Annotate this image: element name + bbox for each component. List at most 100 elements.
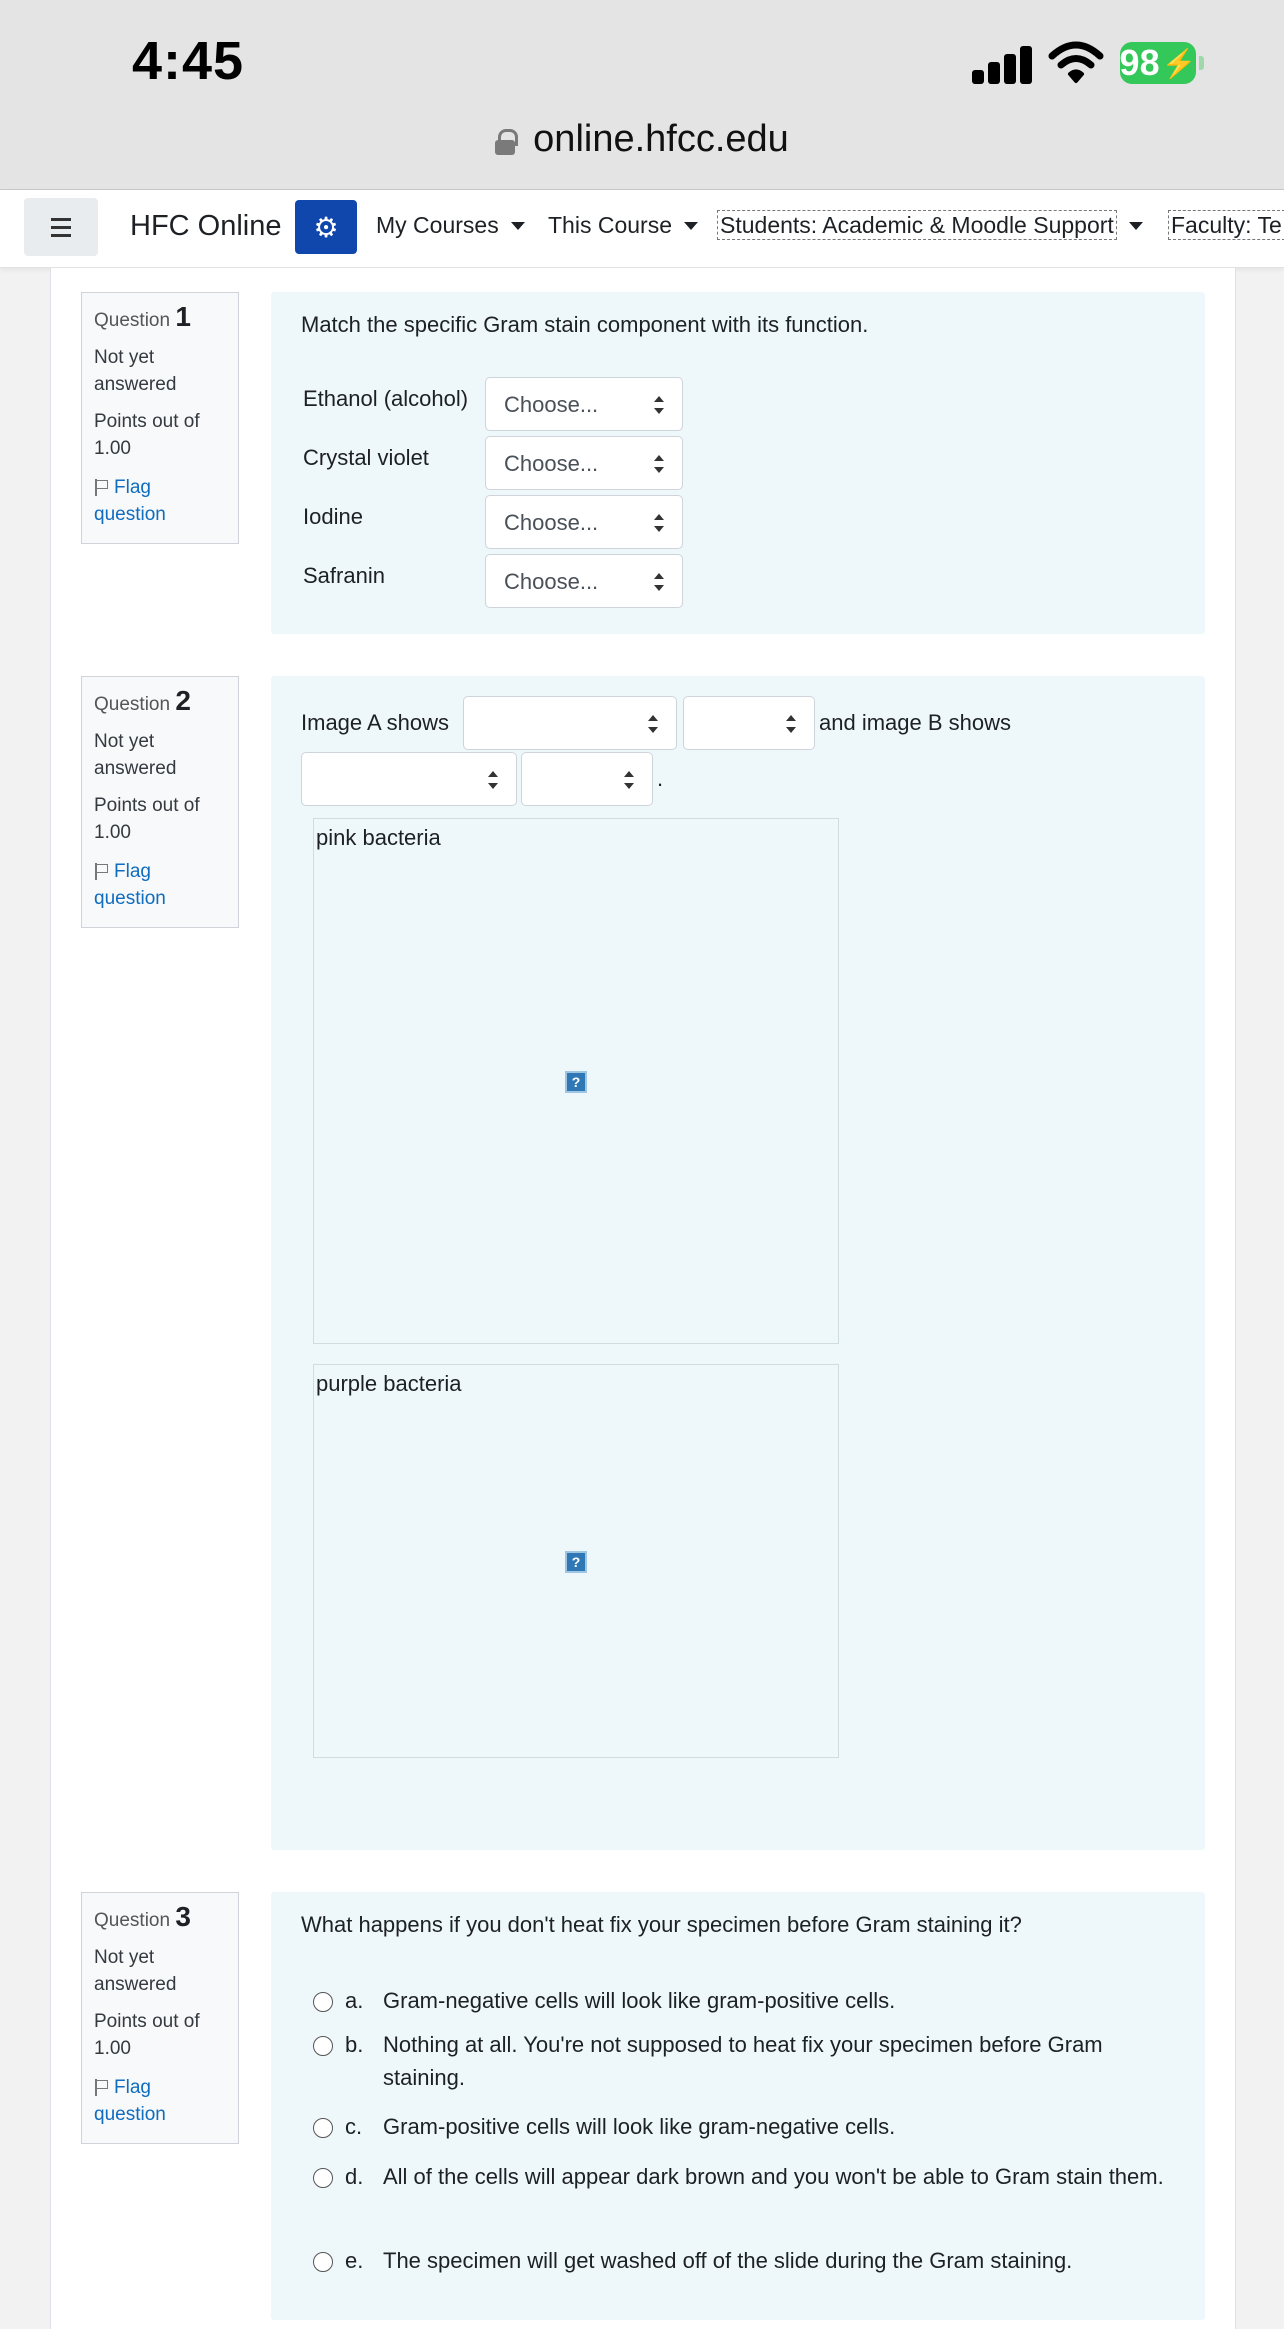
site-brand[interactable]: HFC Online <box>130 210 282 243</box>
status-time: 4:45 <box>132 31 245 91</box>
select-arrows-icon <box>624 771 634 789</box>
nav-students-support-label: Students: Academic & Moodle Support <box>717 210 1117 240</box>
question-points: Points out of 1.00 <box>94 411 200 459</box>
image-a-frame: pink bacteria ? <box>313 818 839 1344</box>
question-status: Not yet answered <box>94 1947 177 1995</box>
gears-icon[interactable]: ⚙ <box>295 200 357 254</box>
radio-button[interactable] <box>313 2118 333 2138</box>
lock-icon <box>495 129 519 155</box>
question-status: Not yet answered <box>94 347 177 395</box>
radio-button[interactable] <box>313 2168 333 2188</box>
flag-icon <box>94 2079 108 2096</box>
menu-toggle-button[interactable] <box>24 198 98 256</box>
quiz-page: Question 1 Not yet answered Points out o… <box>50 268 1236 2329</box>
question-points: Points out of 1.00 <box>94 2011 200 2059</box>
match-label: Crystal violet <box>303 445 429 470</box>
nav-students-support[interactable]: Students: Academic & Moodle Support <box>717 210 1143 240</box>
select-arrows-icon <box>654 514 664 532</box>
question-2-content: Image A shows and image B shows . pink b… <box>271 676 1205 1850</box>
match-label: Ethanol (alcohol) <box>303 386 469 411</box>
radio-button[interactable] <box>313 1992 333 2012</box>
flag-question-link[interactable]: Flag question <box>94 2074 226 2128</box>
select-value: Choose... <box>504 451 599 476</box>
drop-select-1[interactable] <box>463 696 677 750</box>
match-label: Iodine <box>303 504 363 529</box>
broken-image-icon: ? <box>565 1551 587 1573</box>
question-number: 1 <box>175 301 191 332</box>
question-label: Question <box>94 310 171 331</box>
nav-faculty[interactable]: Faculty: Te <box>1168 210 1284 240</box>
drop-select-4[interactable] <box>521 752 653 806</box>
select-arrows-icon <box>654 396 664 414</box>
match-select[interactable]: Choose... <box>485 377 683 431</box>
battery-level: 98 <box>1119 42 1160 83</box>
nav-faculty-label: Faculty: Te <box>1168 210 1284 240</box>
question-1-info: Question 1 Not yet answered Points out o… <box>81 292 239 544</box>
browser-chrome: 4:45 98 ⚡ online.hfcc.edu <box>0 0 1284 190</box>
drop-select-2[interactable] <box>683 696 815 750</box>
caret-down-icon <box>683 222 698 230</box>
cellular-signal-icon <box>972 44 1034 84</box>
address-bar[interactable]: online.hfcc.edu <box>0 118 1284 161</box>
question-text-a: Image A shows <box>301 710 449 735</box>
option-text: All of the cells will appear dark brown … <box>383 2164 1164 2189</box>
question-3-info: Question 3 Not yet answered Points out o… <box>81 1892 239 2144</box>
question-status: Not yet answered <box>94 731 177 779</box>
answer-option[interactable]: e. The specimen will get washed off of t… <box>313 2244 1173 2278</box>
option-letter: b. <box>345 2032 364 2057</box>
select-value: Choose... <box>504 510 599 535</box>
select-arrows-icon <box>654 455 664 473</box>
match-select[interactable]: Choose... <box>485 436 683 490</box>
radio-button[interactable] <box>313 2252 333 2272</box>
caret-down-icon <box>1128 222 1143 230</box>
option-letter: c. <box>345 2114 363 2139</box>
option-letter: a. <box>345 1988 364 2013</box>
question-label: Question <box>94 1910 171 1931</box>
match-select[interactable]: Choose... <box>485 495 683 549</box>
question-label: Question <box>94 694 171 715</box>
question-number: 3 <box>175 1901 191 1932</box>
nav-my-courses[interactable]: My Courses <box>376 212 525 239</box>
flag-icon <box>94 863 108 880</box>
option-text: The specimen will get washed off of the … <box>383 2248 1073 2273</box>
answer-option[interactable]: a. Gram-negative cells will look like gr… <box>313 1984 1173 2018</box>
option-letter: e. <box>345 2248 364 2273</box>
question-2-info: Question 2 Not yet answered Points out o… <box>81 676 239 928</box>
question-text-end: . <box>657 766 664 791</box>
question-number: 2 <box>175 685 191 716</box>
select-arrows-icon <box>786 715 796 733</box>
answer-option[interactable]: c. Gram-positive cells will look like gr… <box>313 2110 1173 2144</box>
nav-my-courses-label: My Courses <box>376 212 499 238</box>
flag-icon <box>94 479 108 496</box>
select-value: Choose... <box>504 392 599 417</box>
option-letter: d. <box>345 2164 364 2189</box>
wifi-icon <box>1048 41 1104 83</box>
nav-this-course[interactable]: This Course <box>548 212 698 239</box>
image-b-frame: purple bacteria ? <box>313 1364 839 1758</box>
question-text-b: and image B shows <box>819 710 1011 735</box>
url-text: online.hfcc.edu <box>533 118 789 160</box>
select-arrows-icon <box>654 573 664 591</box>
caret-down-icon <box>510 222 525 230</box>
question-text: What happens if you don't heat fix your … <box>301 1912 1022 1937</box>
image-caption: pink bacteria <box>316 825 441 850</box>
option-text: Nothing at all. You're not supposed to h… <box>383 2032 1103 2090</box>
image-caption: purple bacteria <box>316 1371 462 1396</box>
moodle-navbar: HFC Online ⚙ My Courses This Course Stud… <box>0 190 1284 268</box>
nav-this-course-label: This Course <box>548 212 672 238</box>
option-text: Gram-positive cells will look like gram-… <box>383 2114 896 2139</box>
flag-question-link[interactable]: Flag question <box>94 474 226 528</box>
option-text: Gram-negative cells will look like gram-… <box>383 1988 896 2013</box>
select-arrows-icon <box>648 715 658 733</box>
question-3-content: What happens if you don't heat fix your … <box>271 1892 1205 2320</box>
answer-option[interactable]: d. All of the cells will appear dark bro… <box>313 2160 1173 2228</box>
flag-question-link[interactable]: Flag question <box>94 858 226 912</box>
answer-option[interactable]: b. Nothing at all. You're not supposed t… <box>313 2028 1173 2096</box>
radio-button[interactable] <box>313 2036 333 2056</box>
drop-select-3[interactable] <box>301 752 517 806</box>
battery-icon: 98 ⚡ <box>1119 42 1204 84</box>
select-value: Choose... <box>504 569 599 594</box>
match-label: Safranin <box>303 563 385 588</box>
question-1-content: Match the specific Gram stain component … <box>271 292 1205 634</box>
match-select[interactable]: Choose... <box>485 554 683 608</box>
